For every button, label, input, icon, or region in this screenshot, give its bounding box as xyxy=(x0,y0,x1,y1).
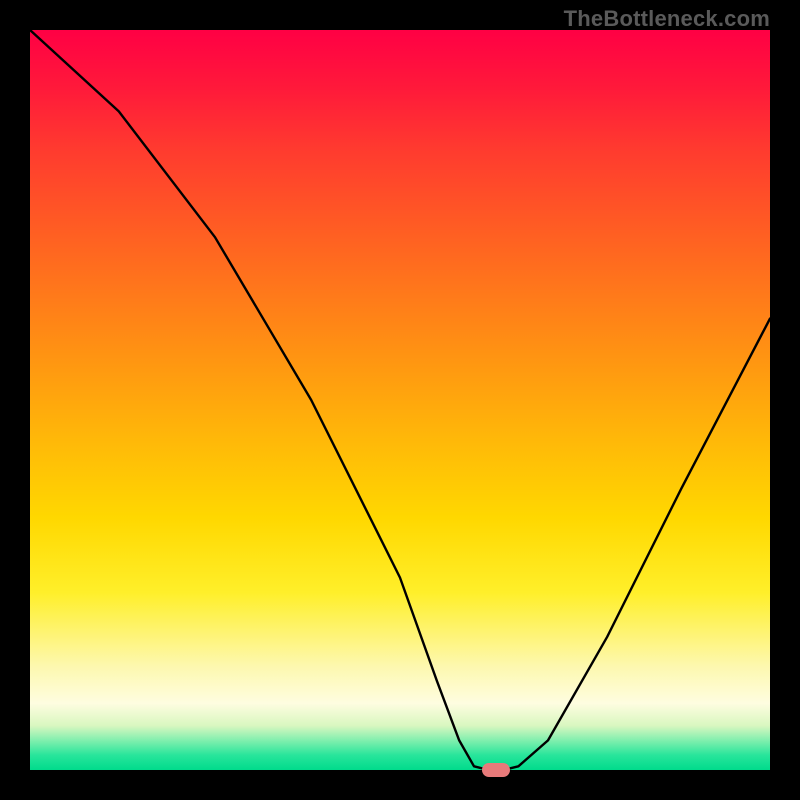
plot-area xyxy=(30,30,770,770)
bottleneck-curve xyxy=(30,30,770,770)
optimal-marker xyxy=(482,763,510,777)
chart-frame: TheBottleneck.com xyxy=(0,0,800,800)
attribution-text: TheBottleneck.com xyxy=(564,6,770,32)
curve-svg xyxy=(30,30,770,770)
